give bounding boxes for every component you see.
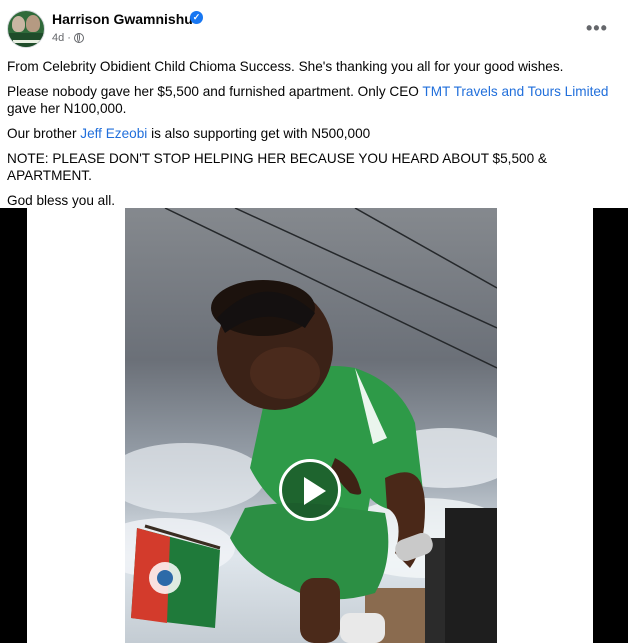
globe-icon[interactable]: [73, 33, 84, 43]
jeff-ezeobi-link[interactable]: Jeff Ezeobi: [80, 126, 147, 141]
post-header: Harrison Gwamnishu ✓ 4d · •••: [0, 0, 628, 56]
tmt-travels-link[interactable]: TMT Travels and Tours Limited: [422, 84, 608, 99]
more-options-icon[interactable]: •••: [586, 18, 608, 39]
author-name[interactable]: Harrison Gwamnishu: [52, 11, 193, 27]
post-paragraph-3: Our brother Jeff Ezeobi is also supporti…: [7, 125, 621, 142]
play-icon[interactable]: [279, 459, 341, 521]
separator-dot: ·: [67, 32, 71, 44]
post-paragraph-2: Please nobody gave her $5,500 and furnis…: [7, 83, 621, 117]
paragraph-3-end: is also supporting get with N500,000: [147, 126, 371, 141]
paragraph-2-start: Please nobody gave her $5,500 and furnis…: [7, 84, 423, 99]
verified-badge-icon: ✓: [190, 11, 203, 24]
avatar-banner-stripe: [13, 40, 41, 43]
post-paragraph-5: God bless you all.: [7, 193, 116, 208]
paragraph-3-start: Our brother: [7, 126, 81, 141]
post-meta: 4d ·: [52, 32, 84, 44]
post-timestamp[interactable]: 4d: [52, 32, 64, 44]
video-player[interactable]: [0, 208, 628, 643]
video-letterbox-right: [497, 208, 593, 643]
author-avatar[interactable]: [7, 10, 45, 48]
video-letterbox-left: [27, 208, 125, 643]
video-frame: [125, 208, 497, 643]
video-frame-illustration: [125, 208, 497, 643]
post-paragraph-1: From Celebrity Obidient Child Chioma Suc…: [7, 59, 564, 74]
avatar-person-left: [12, 16, 25, 32]
post-paragraph-4: NOTE: PLEASE DON'T STOP HELPING HER BECA…: [7, 151, 547, 183]
paragraph-2-end: gave her N100,000.: [7, 101, 127, 116]
avatar-person-right: [26, 15, 40, 32]
post-body: From Celebrity Obidient Child Chioma Suc…: [7, 58, 621, 217]
